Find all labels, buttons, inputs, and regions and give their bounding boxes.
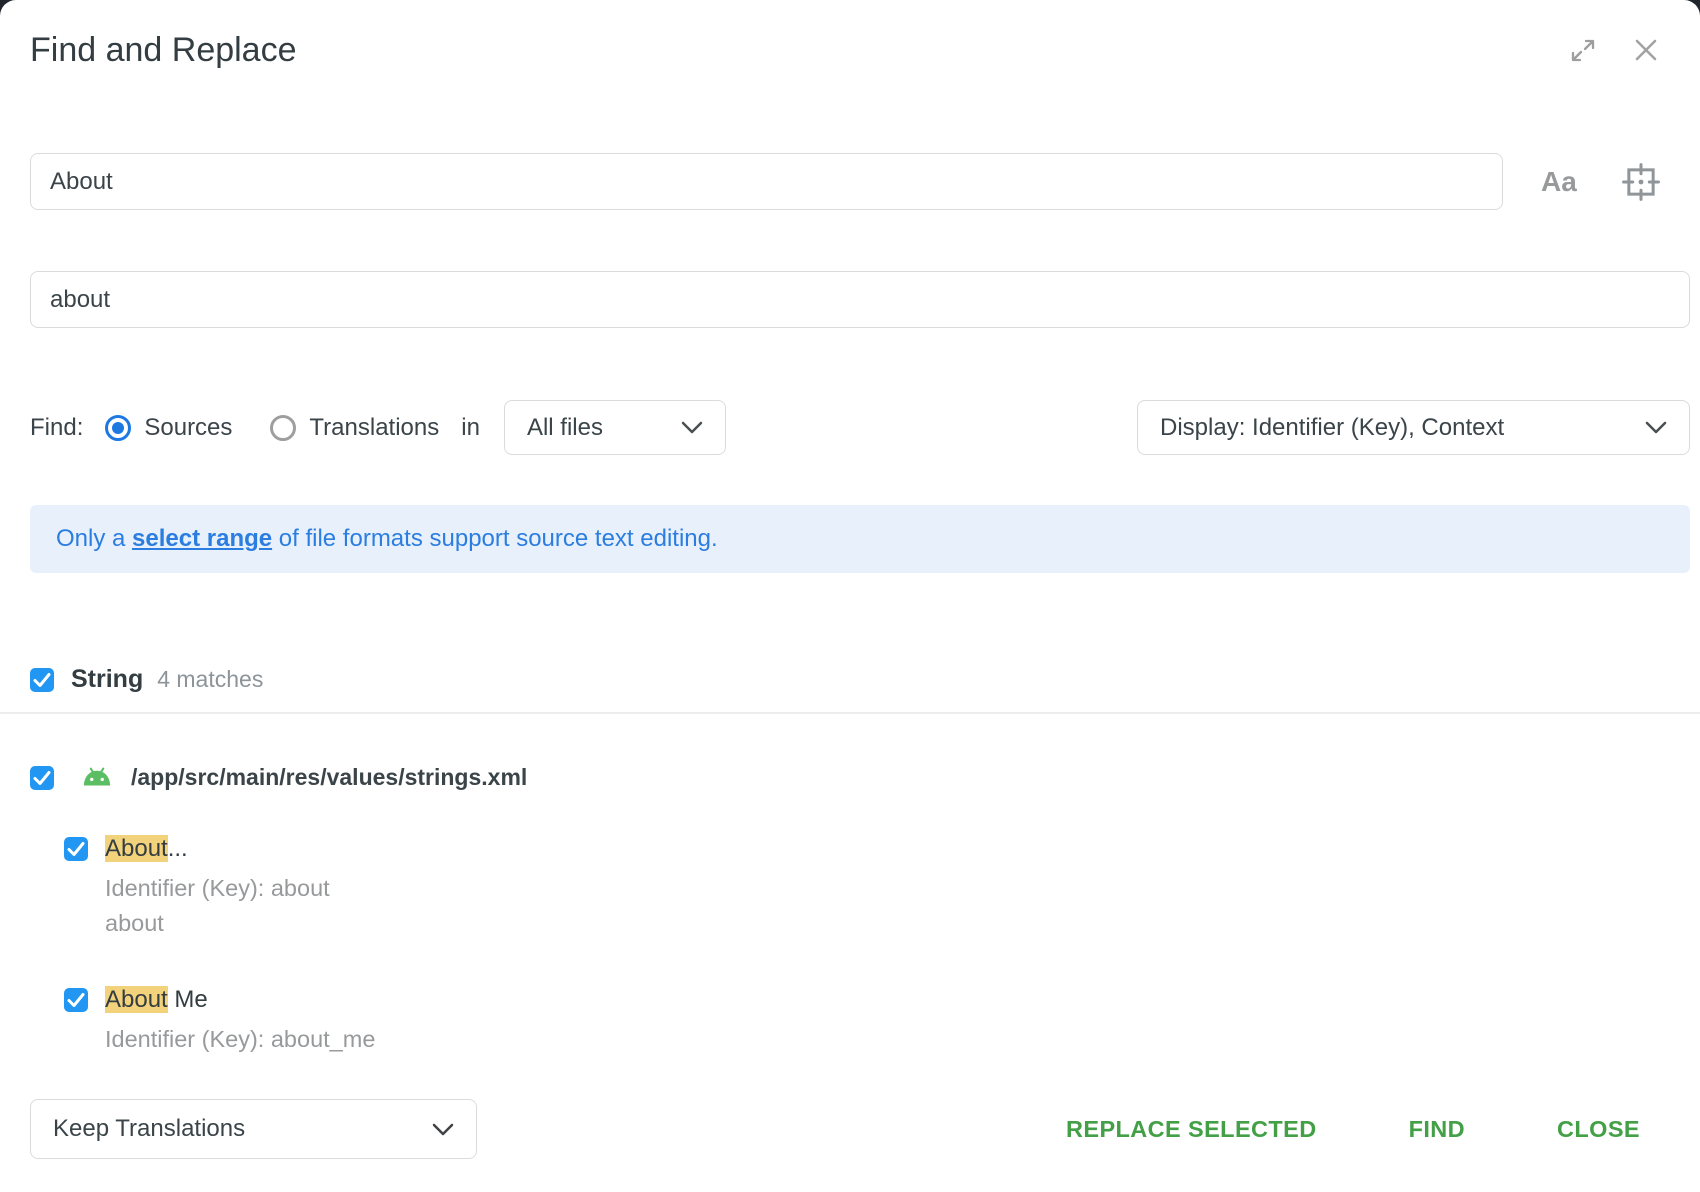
search-row: Aa	[30, 153, 1690, 210]
display-select[interactable]: Display: Identifier (Key), Context	[1137, 400, 1690, 455]
match-checkbox[interactable]	[64, 837, 88, 861]
in-label: in	[461, 414, 480, 442]
keep-translations-select[interactable]: Keep Translations	[30, 1099, 477, 1159]
match-body: About... Identifier (Key): about about	[105, 833, 330, 938]
find-and-replace-dialog: Find and Replace Aa Find:	[0, 0, 1700, 1192]
file-scope-select[interactable]: All files	[504, 400, 726, 455]
radio-translations-label: Translations	[309, 414, 439, 442]
display-value: Display: Identifier (Key), Context	[1160, 414, 1504, 442]
replace-input[interactable]	[30, 271, 1690, 328]
radio-translations-icon[interactable]	[270, 415, 296, 441]
find-button[interactable]: FIND	[1409, 1116, 1465, 1143]
info-banner: Only a select range of file formats supp…	[30, 505, 1690, 573]
divider	[0, 712, 1700, 714]
close-icon[interactable]	[1630, 34, 1662, 66]
match-highlight: About	[105, 835, 168, 862]
chevron-down-icon	[1645, 421, 1667, 434]
keep-translations-value: Keep Translations	[53, 1115, 245, 1143]
radio-translations[interactable]: Translations	[270, 414, 439, 442]
group-match-count: 4 matches	[157, 666, 263, 693]
page-title: Find and Replace	[30, 0, 1690, 70]
file-row: /app/src/main/res/values/strings.xml	[30, 764, 1690, 791]
footer-row: Keep Translations REPLACE SELECTED FIND …	[30, 1099, 1690, 1159]
replace-row	[30, 271, 1690, 328]
find-options-row: Find: Sources Translations in All files …	[30, 400, 1690, 455]
close-button[interactable]: CLOSE	[1557, 1116, 1640, 1143]
file-path: /app/src/main/res/values/strings.xml	[131, 764, 527, 791]
match-checkbox[interactable]	[64, 988, 88, 1012]
match-source: about	[105, 908, 330, 938]
chevron-down-icon	[432, 1123, 454, 1136]
window-controls	[1568, 34, 1662, 66]
radio-sources-label: Sources	[144, 414, 232, 442]
match-case-toggle[interactable]: Aa	[1541, 166, 1577, 198]
string-group-row: String 4 matches	[30, 665, 1690, 694]
group-label: String	[71, 665, 143, 694]
find-label: Find:	[30, 414, 83, 442]
file-checkbox[interactable]	[30, 766, 54, 790]
in-selection-icon[interactable]	[1621, 162, 1661, 202]
footer-actions: REPLACE SELECTED FIND CLOSE	[1066, 1116, 1690, 1143]
match-rest: Me	[168, 986, 208, 1013]
file-scope-value: All files	[527, 414, 603, 442]
string-group-checkbox[interactable]	[30, 668, 54, 692]
banner-text-suffix: of file formats support source text edit…	[272, 525, 718, 553]
match-text: About Me	[105, 984, 375, 1016]
match-highlight: About	[105, 986, 168, 1013]
radio-sources-icon[interactable]	[105, 415, 131, 441]
expand-icon[interactable]	[1568, 35, 1598, 65]
match-rest: ...	[168, 835, 188, 862]
search-input[interactable]	[30, 153, 1503, 210]
match-identifier: Identifier (Key): about_me	[105, 1024, 375, 1054]
match-row: About... Identifier (Key): about about	[64, 833, 1690, 938]
select-range-link[interactable]: select range	[132, 525, 272, 553]
android-icon	[80, 767, 114, 789]
replace-selected-button[interactable]: REPLACE SELECTED	[1066, 1116, 1317, 1143]
match-body: About Me Identifier (Key): about_me	[105, 984, 375, 1054]
match-identifier: Identifier (Key): about	[105, 873, 330, 903]
banner-text-prefix: Only a	[56, 525, 132, 553]
match-text: About...	[105, 833, 330, 865]
radio-sources[interactable]: Sources	[105, 414, 232, 442]
chevron-down-icon	[681, 421, 703, 434]
match-row: About Me Identifier (Key): about_me	[64, 984, 1690, 1054]
